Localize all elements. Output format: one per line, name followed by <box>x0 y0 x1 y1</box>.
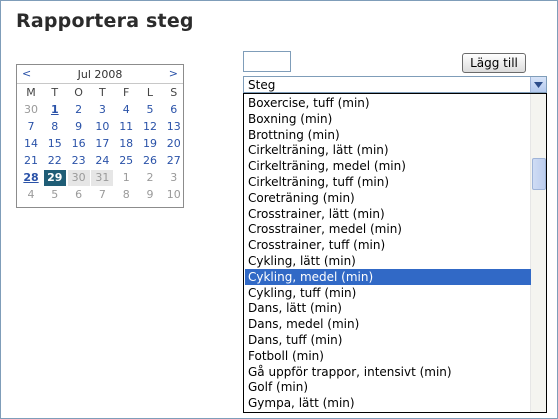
calendar-day[interactable]: 9 <box>139 187 161 203</box>
calendar-day[interactable]: 3 <box>91 102 113 118</box>
calendar-day[interactable]: 5 <box>44 187 66 203</box>
select-value: Steg <box>248 78 276 92</box>
calendar-day[interactable]: 4 <box>20 187 42 203</box>
dropdown-option[interactable]: Cirkelträning, tuff (min) <box>245 174 531 190</box>
calendar-day[interactable]: 12 <box>139 119 161 135</box>
chevron-down-icon[interactable] <box>530 77 546 92</box>
calendar-week-row: 28 29 30 31 1 2 3 <box>20 170 187 187</box>
activity-select[interactable]: Steg <box>243 76 547 93</box>
calendar-day[interactable]: 1 <box>44 102 66 118</box>
calendar-day[interactable]: 7 <box>91 187 113 203</box>
dropdown-option[interactable]: Fotboll (min) <box>245 348 531 364</box>
dropdown-option[interactable]: Dans, medel (min) <box>245 316 531 332</box>
scrollbar-thumb[interactable] <box>532 158 546 190</box>
calendar-day[interactable]: 24 <box>91 153 113 169</box>
dropdown-option[interactable]: Cirkelträning, medel (min) <box>245 158 531 174</box>
calendar-week-row: 4 5 6 7 8 9 10 <box>20 187 187 204</box>
add-button[interactable]: Lägg till <box>462 53 526 73</box>
page-title: Rapportera steg <box>16 10 194 32</box>
calendar-day[interactable]: 30 <box>20 102 42 118</box>
calendar-week-row: 7 8 9 10 11 12 13 <box>20 119 187 136</box>
calendar-day[interactable]: 10 <box>163 187 185 203</box>
dropdown-option[interactable]: Dans, lätt (min) <box>245 300 531 316</box>
calendar-grid: M T O T F L S 30 1 2 3 4 5 6 7 8 9 10 11… <box>20 85 187 204</box>
date-calendar: < Jul 2008 > M T O T F L S 30 1 2 3 4 5 … <box>16 64 184 208</box>
calendar-day[interactable]: 23 <box>68 153 90 169</box>
calendar-day-selected[interactable]: 29 <box>43 170 66 186</box>
dropdown-option[interactable]: Cirkelträning, lätt (min) <box>245 142 531 158</box>
weekday-label: S <box>170 86 178 99</box>
dropdown-option[interactable]: Crosstrainer, tuff (min) <box>245 237 531 253</box>
calendar-month-label: Jul 2008 <box>77 68 123 81</box>
dropdown-option[interactable]: Gympa, lätt (min) <box>245 395 531 411</box>
calendar-day[interactable]: 5 <box>139 102 161 118</box>
calendar-day[interactable]: 15 <box>44 136 66 152</box>
weekday-label: M <box>26 86 36 99</box>
weekday-label: T <box>51 86 59 99</box>
weekday-label: O <box>74 86 83 99</box>
calendar-day[interactable]: 27 <box>163 153 185 169</box>
calendar-day[interactable]: 6 <box>163 102 185 118</box>
dropdown-scrollbar[interactable] <box>530 94 546 412</box>
calendar-day[interactable]: 9 <box>68 119 90 135</box>
dropdown-option[interactable]: Dans, tuff (min) <box>245 332 531 348</box>
calendar-day[interactable]: 11 <box>115 119 137 135</box>
calendar-day[interactable]: 19 <box>139 136 161 152</box>
calendar-week-row: 14 15 16 17 18 19 20 <box>20 136 187 153</box>
calendar-day[interactable]: 18 <box>115 136 137 152</box>
calendar-day[interactable]: 8 <box>44 119 66 135</box>
calendar-day[interactable]: 21 <box>20 153 42 169</box>
calendar-day[interactable]: 31 <box>91 170 114 186</box>
weekday-header-row: M T O T F L S <box>20 85 187 102</box>
dropdown-option[interactable]: Gå uppför trappor, intensivt (min) <box>245 364 531 380</box>
steps-input[interactable] <box>243 51 291 72</box>
calendar-day[interactable]: 2 <box>68 102 90 118</box>
dropdown-option[interactable]: Boxercise, tuff (min) <box>245 95 531 111</box>
calendar-day[interactable]: 6 <box>68 187 90 203</box>
dropdown-option[interactable]: Coreträning (min) <box>245 190 531 206</box>
weekday-label: L <box>146 86 154 99</box>
weekday-label: F <box>123 86 130 99</box>
dropdown-option[interactable]: Cykling, lätt (min) <box>245 253 531 269</box>
calendar-day[interactable]: 3 <box>163 170 185 186</box>
calendar-day[interactable]: 28 <box>20 170 42 186</box>
activity-dropdown-list: Boxercise, tuff (min) Boxning (min) Brottn… <box>243 93 547 413</box>
calendar-day[interactable]: 10 <box>91 119 113 135</box>
calendar-day[interactable]: 26 <box>139 153 161 169</box>
dropdown-option[interactable]: Cykling, tuff (min) <box>245 285 531 301</box>
calendar-day[interactable]: 7 <box>20 119 42 135</box>
calendar-day[interactable]: 20 <box>163 136 185 152</box>
calendar-day[interactable]: 8 <box>115 187 137 203</box>
dropdown-option[interactable]: Brottning (min) <box>245 127 531 143</box>
dropdown-option[interactable]: Boxning (min) <box>245 111 531 127</box>
next-month-button[interactable]: > <box>169 67 178 80</box>
calendar-week-row: 21 22 23 24 25 26 27 <box>20 153 187 170</box>
calendar-day[interactable]: 14 <box>20 136 42 152</box>
dropdown-option[interactable]: Golf (min) <box>245 379 531 395</box>
dropdown-option[interactable]: Crosstrainer, medel (min) <box>245 221 531 237</box>
dropdown-option[interactable]: Crosstrainer, lätt (min) <box>245 206 531 222</box>
calendar-day[interactable]: 17 <box>91 136 113 152</box>
dropdown-option-highlighted[interactable]: Cykling, medel (min) <box>245 268 531 285</box>
calendar-day[interactable]: 22 <box>44 153 66 169</box>
weekday-label: T <box>99 86 106 99</box>
calendar-day[interactable]: 13 <box>163 119 185 135</box>
calendar-day[interactable]: 30 <box>67 170 90 186</box>
calendar-day[interactable]: 2 <box>139 170 161 186</box>
calendar-header: < Jul 2008 > <box>17 65 183 84</box>
calendar-day[interactable]: 16 <box>68 136 90 152</box>
calendar-week-row: 30 1 2 3 4 5 6 <box>20 102 187 119</box>
calendar-day[interactable]: 1 <box>115 170 137 186</box>
calendar-day[interactable]: 4 <box>115 102 137 118</box>
calendar-day[interactable]: 25 <box>115 153 137 169</box>
